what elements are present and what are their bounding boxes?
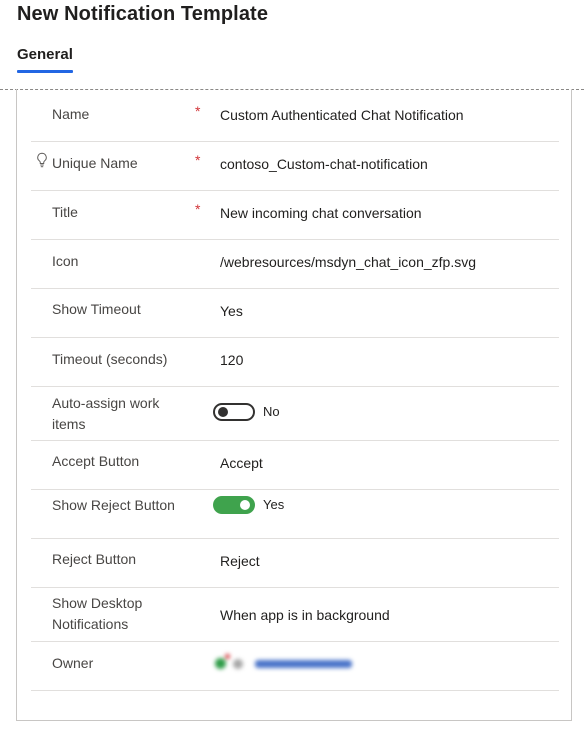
owner-name-redacted[interactable] — [255, 660, 352, 668]
field-row-timeout-seconds: Timeout (seconds) 120 — [31, 338, 559, 387]
field-row-accept-button: Accept Button Accept — [31, 441, 559, 490]
reject-button-field[interactable]: Reject — [220, 551, 260, 571]
show-timeout-field[interactable]: Yes — [220, 301, 243, 321]
timeout-seconds-field[interactable]: 120 — [220, 350, 243, 370]
field-label-auto-assign: Auto-assign work items — [52, 395, 160, 432]
field-row-title: Title * New incoming chat conversation — [31, 191, 559, 240]
tab-selected-indicator — [17, 70, 73, 73]
form-rows: Name * Custom Authenticated Chat Notific… — [31, 92, 559, 691]
accept-button-field[interactable]: Accept — [220, 453, 263, 473]
unique-name-field[interactable]: contoso_Custom-chat-notification — [220, 154, 428, 174]
required-indicator: * — [195, 152, 201, 168]
field-row-auto-assign: Auto-assign work items No — [31, 387, 559, 441]
field-label-reject-button: Reject Button — [52, 551, 137, 567]
tab-general[interactable]: General — [17, 46, 73, 69]
required-indicator: * — [195, 103, 201, 119]
lightbulb-icon[interactable] — [36, 152, 48, 168]
user-type-icon — [233, 659, 243, 669]
field-label-icon: Icon — [52, 253, 79, 269]
field-label-unique-name: Unique Name — [52, 155, 138, 171]
field-row-owner: Owner — [31, 642, 559, 691]
field-label-name: Name — [52, 106, 90, 122]
toggle-knob — [240, 500, 250, 510]
field-row-icon: Icon /webresources/msdyn_chat_icon_zfp.s… — [31, 240, 559, 289]
owner-lookup-field[interactable] — [191, 654, 391, 674]
auto-assign-toggle-label: No — [263, 404, 280, 419]
field-label-show-desktop-notifications: Show Desktop Notifications — [52, 595, 143, 632]
required-indicator: * — [195, 201, 201, 217]
show-desktop-notifications-field[interactable]: When app is in background — [220, 605, 390, 625]
field-row-show-reject-button: Show Reject Button Yes — [31, 490, 559, 539]
field-row-name: Name * Custom Authenticated Chat Notific… — [31, 92, 559, 142]
name-field[interactable]: Custom Authenticated Chat Notification — [220, 105, 464, 125]
field-label-accept-button: Accept Button — [52, 453, 140, 469]
auto-assign-toggle[interactable] — [213, 403, 255, 421]
field-label-timeout-seconds: Timeout (seconds) — [52, 351, 168, 367]
field-row-reject-button: Reject Button Reject — [31, 539, 559, 588]
field-row-show-timeout: Show Timeout Yes — [31, 289, 559, 338]
icon-field[interactable]: /webresources/msdyn_chat_icon_zfp.svg — [220, 252, 476, 272]
field-label-show-reject-button: Show Reject Button — [52, 497, 175, 513]
field-label-show-timeout: Show Timeout — [52, 301, 141, 317]
field-label-title: Title — [52, 204, 78, 220]
field-label-owner: Owner — [52, 655, 94, 671]
user-avatar-icon — [215, 658, 226, 669]
required-indicator — [225, 654, 230, 659]
title-field[interactable]: New incoming chat conversation — [220, 203, 422, 223]
field-row-show-desktop-notifications: Show Desktop Notifications When app is i… — [31, 588, 559, 642]
show-reject-button-toggle-label: Yes — [263, 497, 285, 512]
show-reject-button-toggle[interactable] — [213, 496, 255, 514]
page-title: New Notification Template — [17, 3, 269, 25]
field-row-unique-name: Unique Name * contoso_Custom-chat-notifi… — [31, 142, 559, 191]
toggle-knob — [218, 407, 228, 417]
